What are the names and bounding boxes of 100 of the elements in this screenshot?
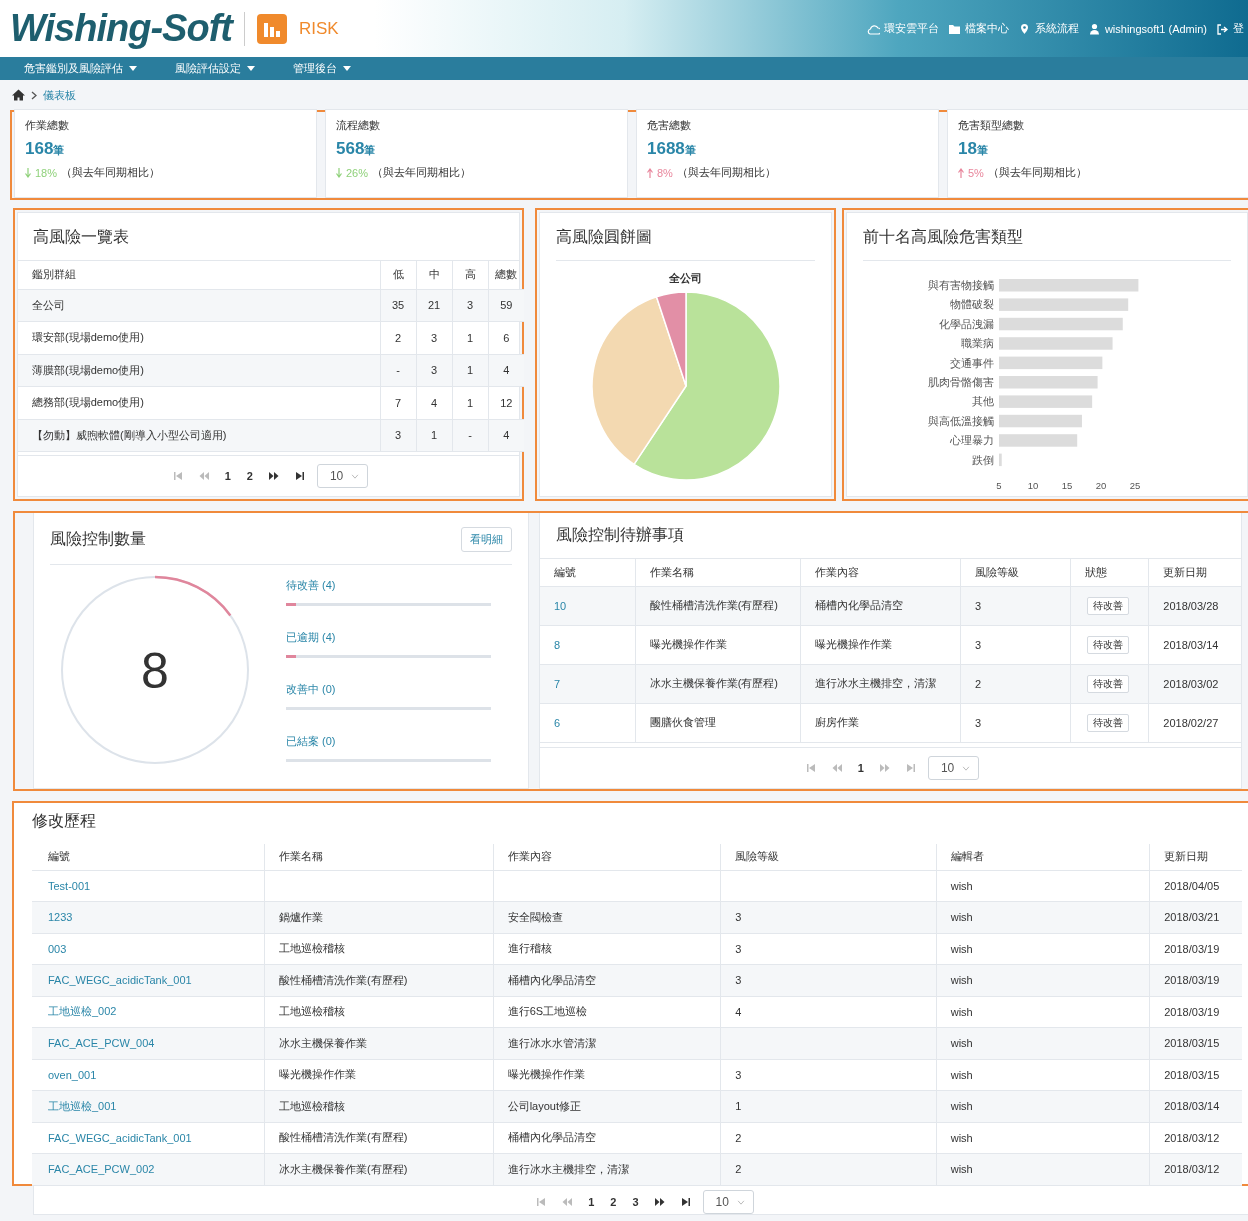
- category-label: 心理暴力: [950, 434, 994, 447]
- category-label: 與有害物接觸: [928, 279, 994, 291]
- page-button[interactable]: 2: [242, 470, 257, 482]
- row-link[interactable]: 工地巡檢_001: [48, 1099, 117, 1112]
- change-percent: 5%: [968, 166, 984, 179]
- table-cell: 1: [720, 1090, 937, 1122]
- caret-icon: [736, 1199, 745, 1205]
- table-cell: 1: [416, 419, 452, 452]
- page-button[interactable]: 1: [220, 470, 235, 482]
- column-header: 高: [452, 261, 488, 289]
- status-link[interactable]: 待改善 (4): [286, 578, 491, 593]
- table-cell: wish: [936, 933, 1150, 965]
- row-link[interactable]: FAC_ACE_PCW_004: [48, 1037, 155, 1050]
- row-link[interactable]: FAC_WEGC_acidicTank_001: [48, 974, 192, 987]
- table-cell: 廚房作業: [800, 703, 961, 742]
- table-cell: 35: [380, 289, 416, 322]
- header-link[interactable]: 登: [1233, 21, 1244, 36]
- stat-label: 危害總數: [647, 118, 692, 133]
- nav-menu[interactable]: 風險評估設定: [169, 57, 287, 80]
- table-cell: 冰水主機保養作業(有歷程): [264, 1153, 494, 1185]
- table-cell: 工地巡檢稽核: [264, 996, 494, 1028]
- table-cell: 公司layout修正: [493, 1090, 721, 1122]
- table-cell: 【勿動】威煦軟體(剛導入小型公司適用): [18, 419, 380, 452]
- category-label: 化學品洩漏: [939, 317, 994, 330]
- page-button[interactable]: 2: [606, 1196, 621, 1208]
- last-page-icon[interactable]: [680, 1197, 691, 1207]
- table-cell: 薄膜部(現場demo使用): [18, 354, 380, 387]
- status-link[interactable]: 已結案 (0): [286, 734, 491, 749]
- home-icon[interactable]: [12, 89, 25, 101]
- nav-menu[interactable]: 管理後台: [287, 57, 383, 80]
- table-cell: 進行冰水水管清潔: [493, 1027, 721, 1059]
- row-link[interactable]: 003: [48, 942, 67, 955]
- header-link[interactable]: 系統流程: [1034, 21, 1079, 36]
- table-cell: 桶槽內化學品清空: [493, 1122, 721, 1154]
- row-link[interactable]: FAC_ACE_PCW_002: [48, 1163, 155, 1176]
- table-cell: 酸性桶槽清洗作業(有歷程): [264, 1122, 494, 1154]
- stat-label: 作業總數: [25, 118, 70, 133]
- chart-icon: [256, 13, 287, 44]
- category-label: 物體破裂: [950, 298, 994, 311]
- table-cell: 2018/03/14: [1149, 1090, 1242, 1122]
- row-link[interactable]: 10: [554, 599, 567, 612]
- change-percent: 8%: [657, 166, 673, 179]
- table-cell: 酸性桶槽清洗作業(有歷程): [635, 586, 801, 625]
- table-cell: 桶槽內化學品清空: [493, 964, 721, 996]
- comparison-note: （與去年同期相比）: [372, 165, 472, 180]
- status-link[interactable]: 已逾期 (4): [286, 630, 491, 645]
- table-cell: 59: [488, 289, 524, 322]
- next-page-icon[interactable]: [654, 1197, 665, 1207]
- table-cell: 2018/03/19: [1149, 933, 1242, 965]
- nav-menu[interactable]: 危害鑑別及風險評估: [18, 57, 169, 80]
- row-link[interactable]: Test-001: [48, 879, 91, 892]
- page-button[interactable]: 3: [628, 1196, 643, 1208]
- table-cell: 3: [720, 1059, 937, 1091]
- header-link[interactable]: 環安雲平台: [883, 21, 939, 36]
- status-tag: 待改善: [1087, 596, 1130, 615]
- table-cell: wish: [936, 870, 1150, 902]
- page-size-select[interactable]: 10: [702, 1190, 754, 1214]
- table-cell: 3: [416, 321, 452, 354]
- page-button[interactable]: 1: [584, 1196, 599, 1208]
- row-link[interactable]: FAC_WEGC_acidicTank_001: [48, 1131, 192, 1144]
- table-cell: 團膳伙食管理: [635, 703, 801, 742]
- column-header: 風險等級: [720, 844, 937, 870]
- table-cell: 曝光機操作作業: [635, 625, 801, 664]
- column-header: 作業名稱: [635, 559, 801, 586]
- bar: [999, 453, 1002, 467]
- row-link[interactable]: 7: [554, 677, 561, 690]
- table-cell: 1: [452, 321, 488, 354]
- breadcrumb-link[interactable]: 儀表板: [43, 87, 76, 103]
- row-link[interactable]: oven_001: [48, 1068, 97, 1081]
- stat-value: 568筆: [336, 139, 377, 159]
- table-cell: 2018/03/02: [1148, 664, 1241, 703]
- header-link[interactable]: 檔案中心: [964, 21, 1009, 36]
- column-header: 作業內容: [800, 559, 961, 586]
- stat-label: 流程總數: [336, 118, 381, 133]
- caret-icon: [343, 66, 351, 71]
- header-link[interactable]: wishingsoft1 (Admin): [1104, 22, 1207, 35]
- table-cell: 冰水主機保養作業: [264, 1027, 494, 1059]
- page-button[interactable]: 1: [853, 762, 868, 774]
- caret-icon: [129, 66, 137, 71]
- table-cell: 2: [960, 664, 1071, 703]
- last-page-icon[interactable]: [294, 471, 305, 481]
- row-link[interactable]: 8: [554, 638, 561, 651]
- page-size-select[interactable]: 10: [316, 464, 369, 488]
- row-link[interactable]: 6: [554, 716, 561, 729]
- comparison-note: （與去年同期相比）: [676, 165, 776, 180]
- logout-icon: [1216, 22, 1229, 35]
- status-link[interactable]: 改善中 (0): [286, 682, 491, 697]
- table-cell: 工地巡檢稽核: [264, 1090, 494, 1122]
- table-cell: 2: [720, 1153, 937, 1185]
- row-link[interactable]: 工地巡檢_002: [48, 1005, 117, 1018]
- details-button[interactable]: 看明細: [461, 527, 512, 552]
- table-cell: 6: [488, 321, 524, 354]
- next-page-icon[interactable]: [268, 471, 279, 481]
- column-header: 編號: [540, 559, 636, 586]
- page-size-select[interactable]: 10: [927, 756, 980, 780]
- column-header: 更新日期: [1148, 559, 1241, 586]
- down-arrow-icon: [25, 167, 31, 178]
- row-link[interactable]: 1233: [48, 911, 73, 924]
- up-arrow-icon: [647, 167, 653, 178]
- table-cell: -: [380, 354, 416, 387]
